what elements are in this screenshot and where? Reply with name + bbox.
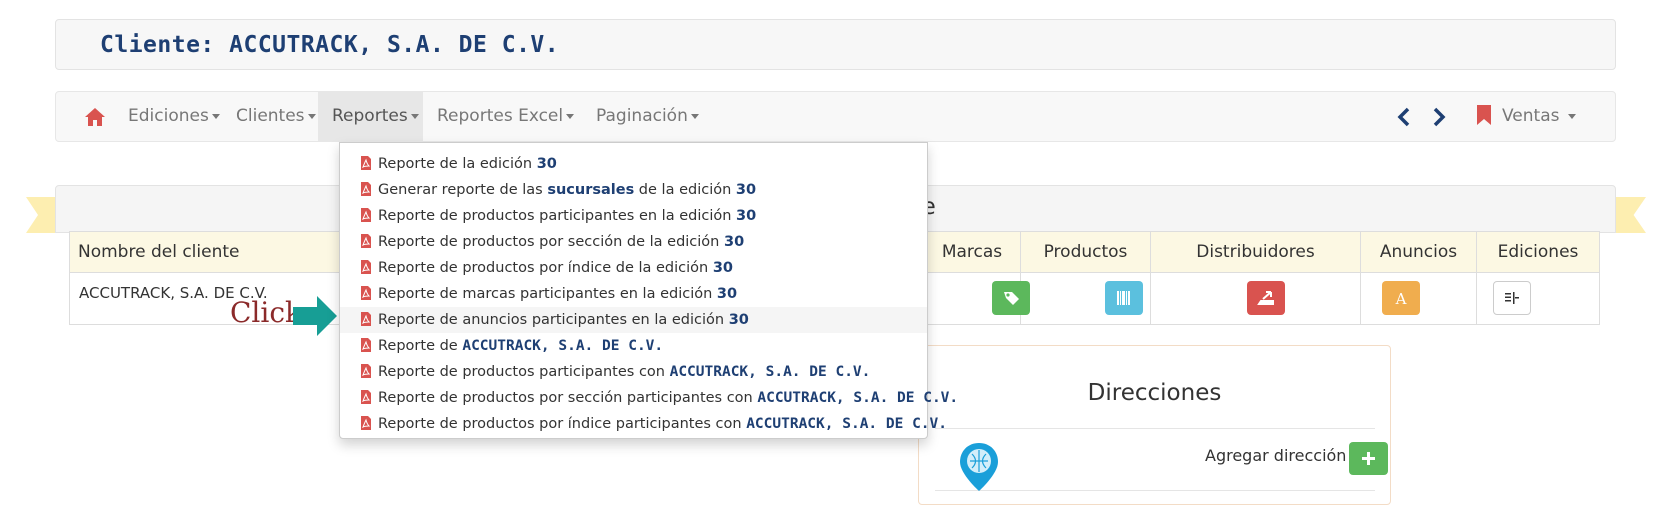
dropdown-item-text: 30: [716, 286, 738, 302]
direcciones-title: Direcciones: [1087, 380, 1222, 406]
caret-down-icon: [307, 113, 316, 119]
dropdown-item[interactable]: Reporte de productos por índice de la ed…: [340, 255, 927, 281]
dropdown-item-text: Reporte de productos por índice particip…: [378, 416, 747, 432]
dropdown-item[interactable]: Reporte de productos participantes en la…: [340, 203, 927, 229]
bookmark-icon: [1477, 105, 1491, 125]
dropdown-item-text: Reporte de productos participantes con: [378, 364, 670, 380]
tag-icon: [1004, 292, 1019, 305]
reportes-dropdown-menu: Reporte de la edición 30 Generar reporte …: [339, 142, 958, 439]
pdf-icon: [361, 338, 371, 352]
letter-a-icon: A: [1395, 290, 1407, 308]
caret-down-icon: [410, 113, 419, 119]
main-navbar: Ediciones Clientes Reportes Reportes Exc…: [55, 91, 1616, 142]
productos-button[interactable]: [1105, 281, 1143, 315]
dropdown-item-text: Reporte de productos participantes en la…: [378, 208, 737, 224]
nav-ventas[interactable]: Ventas: [1502, 92, 1576, 141]
th-productos: Productos: [1020, 232, 1150, 272]
ribbon-left-decoration: [26, 197, 56, 233]
dropdown-item-text: 30: [728, 312, 749, 328]
home-icon[interactable]: [84, 107, 106, 127]
dropdown-item[interactable]: Generar reporte de las sucursales de la …: [340, 177, 927, 203]
divider: [935, 428, 1375, 429]
distribuidores-button[interactable]: [1247, 281, 1285, 315]
pdf-icon: [361, 260, 371, 274]
dropdown-item-text: Reporte de anuncios participantes en la …: [378, 312, 729, 328]
pdf-icon: [361, 286, 371, 300]
pdf-icon: [361, 416, 371, 430]
pdf-icon: [361, 208, 371, 222]
barcode-icon: [1117, 291, 1130, 305]
pdf-icon: [361, 182, 371, 196]
page-title: Cliente: ACCUTRACK, S.A. DE C.V.: [100, 32, 560, 58]
map-pin-icon: [960, 443, 998, 491]
editions-icon: [1505, 292, 1519, 304]
export-icon: [1257, 291, 1274, 305]
dropdown-item-text: ACCUTRACK, S.A. DE C.V.: [746, 416, 947, 432]
add-direccion-button[interactable]: [1349, 442, 1388, 475]
dropdown-item-text: Reporte de productos por sección de la e…: [378, 234, 724, 250]
dropdown-item[interactable]: Reporte de productos participantes con A…: [340, 359, 927, 385]
arrow-right-icon: [293, 296, 337, 336]
dropdown-item[interactable]: Reporte de ACCUTRACK, S.A. DE C.V.: [340, 333, 927, 359]
nav-paginacion-label: Paginación: [596, 106, 688, 126]
dropdown-item[interactable]: Reporte de productos por sección partici…: [340, 385, 958, 411]
dropdown-item-text: Reporte de productos por sección partici…: [378, 390, 758, 406]
dropdown-item-text: Reporte de la edición: [378, 156, 537, 172]
dropdown-item[interactable]: Reporte de marcas participantes en la ed…: [340, 281, 927, 307]
dropdown-item-text: de la edición: [634, 182, 736, 198]
dropdown-item-text: 30: [735, 182, 757, 198]
nav-ediciones[interactable]: Ediciones: [114, 92, 234, 141]
pdf-icon: [361, 364, 371, 378]
nav-reportes-excel-label: Reportes Excel: [437, 106, 564, 126]
dropdown-item-text: 30: [536, 156, 557, 172]
pdf-icon: [361, 390, 371, 404]
nav-reportes-label: Reportes: [332, 106, 408, 126]
nav-reportes[interactable]: Reportes: [318, 92, 423, 141]
chevron-left-icon[interactable]: [1397, 107, 1411, 127]
th-distribuidores: Distribuidores: [1150, 232, 1360, 272]
dropdown-item-text: ACCUTRACK, S.A. DE C.V.: [757, 390, 959, 406]
th-ediciones: Ediciones: [1476, 232, 1599, 272]
ribbon-right-decoration: [1615, 197, 1646, 233]
nav-ventas-label: Ventas: [1502, 106, 1560, 126]
dropdown-item[interactable]: Reporte de productos por índice particip…: [340, 411, 947, 437]
ediciones-button[interactable]: [1493, 281, 1531, 315]
client-header-panel: Cliente: ACCUTRACK, S.A. DE C.V.: [55, 19, 1616, 70]
pdf-icon: [361, 156, 371, 170]
nav-clientes-label: Clientes: [236, 106, 305, 126]
caret-down-icon: [566, 113, 575, 119]
dropdown-item-text: Generar reporte de las: [378, 182, 548, 198]
dropdown-item-text: sucursales: [547, 182, 635, 198]
chevron-right-icon[interactable]: [1432, 107, 1446, 127]
nav-paginacion[interactable]: Paginación: [582, 92, 713, 141]
dropdown-item-text: Reporte de productos por índice de la ed…: [378, 260, 713, 276]
dropdown-item-text: 30: [712, 260, 734, 276]
dropdown-item[interactable]: Reporte de la edición 30: [340, 151, 927, 177]
dropdown-item[interactable]: Reporte de anuncios participantes en la …: [340, 307, 927, 333]
plus-icon: [1362, 452, 1375, 465]
nav-reportes-excel[interactable]: Reportes Excel: [423, 92, 588, 141]
dropdown-item-text: 30: [736, 208, 757, 224]
dropdown-item-text: ACCUTRACK, S.A. DE C.V.: [669, 364, 871, 380]
dropdown-item-text: 30: [723, 234, 745, 250]
nav-ediciones-label: Ediciones: [128, 106, 209, 126]
caret-down-icon: [1567, 113, 1576, 119]
dropdown-item-text: ACCUTRACK, S.A. DE C.V.: [462, 338, 664, 354]
caret-down-icon: [690, 113, 699, 119]
dropdown-item[interactable]: Reporte de productos por sección de la e…: [340, 229, 927, 255]
svg-text:A: A: [1395, 290, 1407, 308]
marcas-button[interactable]: [992, 281, 1030, 315]
pdf-icon: [361, 234, 371, 248]
caret-down-icon: [211, 113, 220, 119]
nav-clientes[interactable]: Clientes: [222, 92, 330, 141]
dropdown-item-text: Reporte de: [378, 338, 463, 354]
th-nombre-cliente: Nombre del cliente: [78, 242, 240, 262]
add-direccion-label: Agregar dirección: [1205, 446, 1347, 465]
dropdown-item-text: Reporte de marcas participantes en la ed…: [378, 286, 717, 302]
anuncios-button[interactable]: A: [1382, 281, 1420, 315]
pdf-icon: [361, 312, 371, 326]
th-marcas: Marcas: [923, 232, 1020, 272]
th-anuncios: Anuncios: [1360, 232, 1476, 272]
